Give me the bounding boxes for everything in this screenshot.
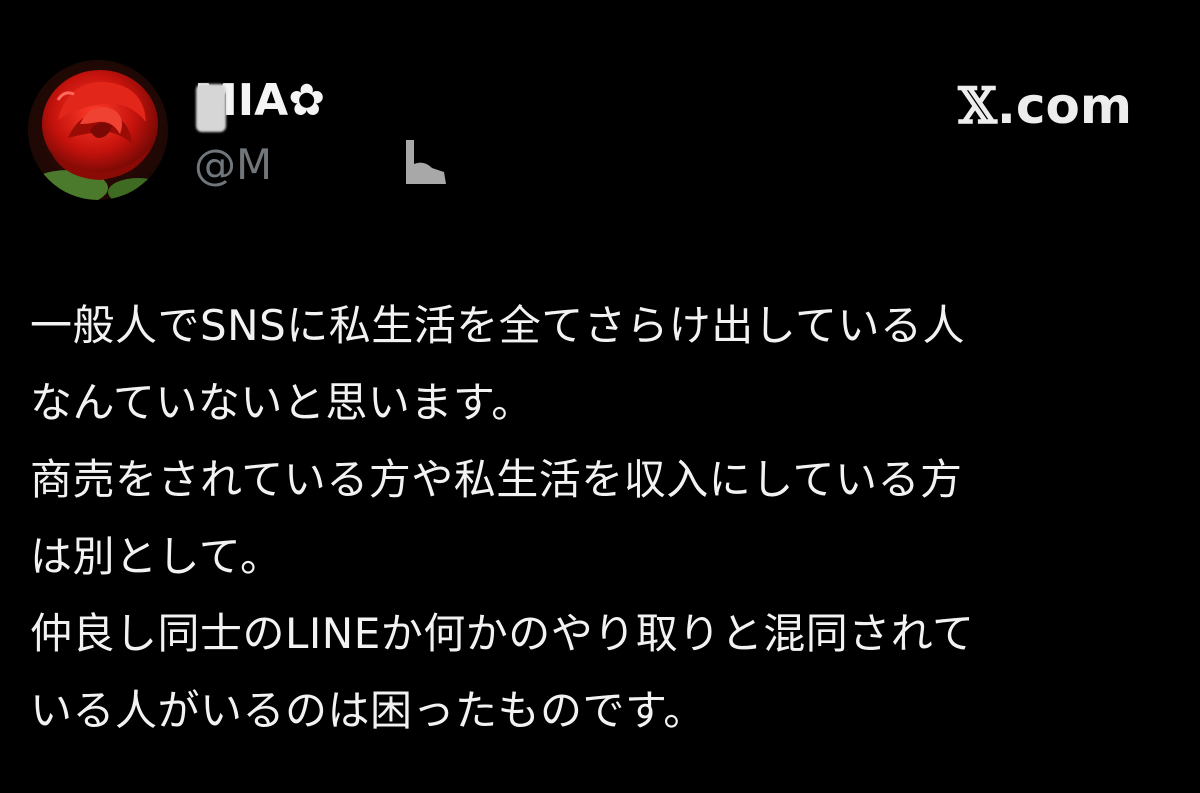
redaction-blur bbox=[196, 84, 226, 132]
tweet-text-line: 一般人でSNSに私生活を全てさらけ出している人 bbox=[30, 301, 965, 350]
x-brand-logo[interactable]: 𝕏.com bbox=[958, 76, 1132, 136]
rose-icon bbox=[28, 60, 168, 200]
tweet-text: 一般人でSNSに私生活を全てさらけ出している人 なんていないと思います。 商売を… bbox=[30, 287, 1170, 749]
tweet-text-line: は別として。 bbox=[30, 532, 283, 581]
x-logo-icon: 𝕏 bbox=[958, 76, 997, 135]
brand-domain: .com bbox=[996, 77, 1132, 135]
redaction-smudge bbox=[406, 140, 446, 184]
tweet-text-line: なんていないと思います。 bbox=[30, 378, 534, 427]
avatar[interactable] bbox=[28, 60, 168, 200]
tweet-card: MIA✿ @M 𝕏.com 一般人でSNSに私生活を全てさらけ出している人 なん… bbox=[0, 0, 1200, 793]
tweet-text-line: いる人がいるのは困ったものです。 bbox=[30, 686, 706, 735]
user-handle[interactable]: @M bbox=[194, 140, 272, 190]
tweet-text-line: 商売をされている方や私生活を収入にしている方 bbox=[30, 455, 963, 504]
tweet-text-line: 仲良し同士のLINEか何かのやり取りと混同されて bbox=[30, 609, 975, 658]
